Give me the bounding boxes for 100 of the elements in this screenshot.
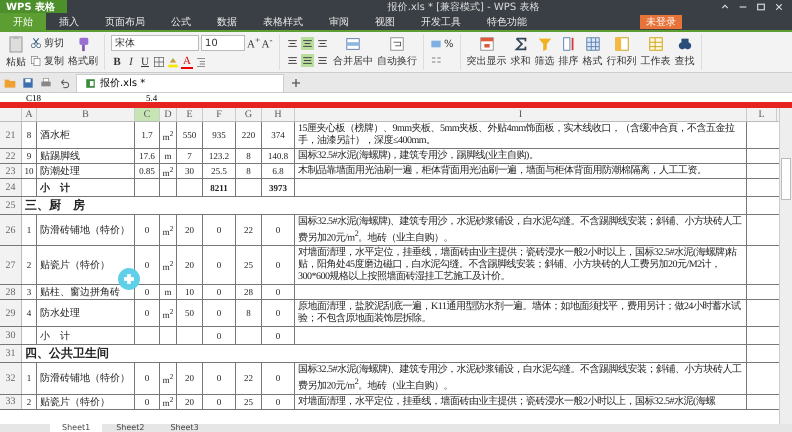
column-header[interactable]: H xyxy=(262,108,295,121)
table-cell: 935 xyxy=(212,130,226,140)
table-cell-text: 贴柱、窗边拼角砖 xyxy=(40,286,120,300)
table-cell: 0 xyxy=(216,260,222,270)
table-cell: 28 xyxy=(244,287,253,298)
toolbar-button[interactable]: 筛选 xyxy=(534,36,555,68)
merge-center-button[interactable]: 合并居中 xyxy=(333,36,373,68)
grow-font-button[interactable]: A$^{+}$ xyxy=(247,35,259,51)
table-cell: 0 xyxy=(144,287,150,298)
table-cell: m xyxy=(164,151,172,161)
menu-tab[interactable]: 插入 xyxy=(46,13,92,30)
sheet-tab[interactable]: Sheet3 xyxy=(158,424,211,432)
text-style-button[interactable]: B xyxy=(111,56,123,68)
formula-field[interactable]: 5.4 xyxy=(106,93,158,102)
table-cell-text: 防滑砖铺地（特价） xyxy=(40,372,130,386)
table-cell: 0 xyxy=(144,308,150,318)
tool-icon xyxy=(676,36,693,52)
table-cell-text: 小 计 xyxy=(40,330,70,343)
menu-tab[interactable]: 表格样式 xyxy=(250,13,316,30)
menu-tab[interactable]: 视图 xyxy=(362,13,408,30)
fill-color-icon xyxy=(167,56,179,68)
percent-button[interactable]: % xyxy=(444,38,454,50)
column-header[interactable]: I xyxy=(295,108,747,121)
column-header[interactable]: E xyxy=(177,108,203,121)
toolbar-button[interactable]: 突出显示 xyxy=(466,36,507,68)
align-icon xyxy=(316,54,329,67)
table-cell: m$^{2}$ xyxy=(162,372,174,385)
cut-button[interactable]: 剪切 xyxy=(30,36,64,50)
font-size-field[interactable]: 10 xyxy=(201,35,245,51)
shrink-font-button[interactable]: A$^{-}$ xyxy=(261,35,273,51)
scrollbar-thumb[interactable] xyxy=(781,158,791,200)
table-cell: 20 xyxy=(185,260,194,270)
table-cell: 对墙面清理，水平定位，挂垂线，墙面砖由业主提供；瓷砖浸水一般2小时以上，国标32.5#水泥(海螺 xyxy=(298,396,715,408)
toolbar-button[interactable]: 行和列 xyxy=(606,36,637,68)
window-title: 报价.xls * [兼容模式] - WPS 表格 xyxy=(386,0,540,14)
sheet-tab[interactable]: Sheet1 xyxy=(50,424,102,432)
text-style-button[interactable]: I xyxy=(125,56,137,68)
column-header[interactable]: F xyxy=(203,108,236,121)
menu-tab[interactable]: 数据 xyxy=(204,13,250,30)
menu-tab[interactable]: 特色功能 xyxy=(474,13,540,30)
copy-button[interactable]: 复制 xyxy=(30,54,64,68)
clipboard-icon xyxy=(7,35,25,53)
row-number: 30 xyxy=(0,327,22,344)
document-tab[interactable]: 报价.xls * xyxy=(76,74,284,92)
menu-tab[interactable]: 公式 xyxy=(158,13,204,30)
toolbar-button[interactable]: 排序 xyxy=(558,36,579,68)
table-cell: 0 xyxy=(144,225,150,236)
table-cell: 25 xyxy=(244,396,253,407)
table-cell: 0 xyxy=(276,396,280,407)
table-cell: m$^{2}$ xyxy=(162,395,174,408)
toolbar-button[interactable]: 求和 xyxy=(510,36,531,68)
close-icon xyxy=(774,2,784,12)
font-color-button[interactable]: A xyxy=(181,55,193,69)
paste-button[interactable]: 粘贴 xyxy=(6,35,26,69)
sheet-tab[interactable]: Sheet2 xyxy=(104,424,156,432)
app-menu-button[interactable]: WPS 表格 xyxy=(0,0,68,13)
tool-icon xyxy=(512,36,529,52)
table-cell-text: 贴踢脚线 xyxy=(40,150,80,163)
table-cell: m$^{2}$ xyxy=(162,258,174,272)
toolbar-button[interactable]: 格式 xyxy=(582,36,603,68)
column-header[interactable]: D xyxy=(160,108,177,121)
table-cell: 0 xyxy=(216,308,222,318)
row-number: 25 xyxy=(0,197,22,214)
table-cell: 20 xyxy=(185,373,194,384)
format-painter-button[interactable]: 格式刷 xyxy=(68,36,98,68)
table-cell: 0 xyxy=(276,308,280,318)
column-header[interactable]: G xyxy=(236,108,262,121)
cursor-icon xyxy=(118,268,140,290)
menu-tab[interactable]: 开发工具 xyxy=(408,13,474,30)
toolbar-button[interactable]: 查找 xyxy=(674,36,695,68)
menu-tab[interactable]: 审阅 xyxy=(316,13,362,30)
table-cell: 7 xyxy=(187,151,192,161)
table-cell: 50 xyxy=(185,308,194,318)
align-icon xyxy=(301,54,314,67)
align-icon xyxy=(286,54,299,67)
tool-icon xyxy=(478,36,495,52)
row-number: 26 xyxy=(0,215,22,246)
column-header[interactable]: C xyxy=(135,108,160,121)
add-tab-icon xyxy=(290,76,302,88)
toolbar-button[interactable]: 工作表 xyxy=(640,36,671,68)
table-cell: 0 xyxy=(216,225,222,236)
menu-tab[interactable]: 页面布局 xyxy=(92,13,158,30)
font-name-field[interactable]: 宋体 xyxy=(111,35,199,51)
wrap-text-button[interactable]: 自动换行 xyxy=(377,36,417,68)
table-cell-text: 15厘夹心板（榜牌）、9mm夹板、5mm夹板、外贴4mm饰面板，实木线收口，（含缓冲合頁，不含五金拉手，油漆另計），深度≤400mm。 xyxy=(298,123,736,147)
table-cell: 0.85 xyxy=(139,166,155,176)
table-cell: 国标32.5#水泥(海螺牌)，建筑专用沙，踢脚线(业主自购)。 xyxy=(298,150,538,162)
maximize-icon xyxy=(756,2,766,12)
merge-cells-icon xyxy=(345,36,361,52)
text-style-button[interactable]: U xyxy=(139,56,151,68)
cell-reference[interactable]: C18 xyxy=(0,93,106,102)
column-header[interactable]: A xyxy=(22,108,37,121)
table-cell: 1 xyxy=(26,373,32,384)
table-cell: 8 xyxy=(246,151,251,161)
table-cell: 220 xyxy=(242,130,256,140)
column-header[interactable]: L xyxy=(747,108,777,121)
table-cell: 10 xyxy=(24,166,34,176)
save-icon xyxy=(22,76,34,88)
table-cell: 0 xyxy=(216,396,222,407)
table-cell: 374 xyxy=(271,130,285,140)
